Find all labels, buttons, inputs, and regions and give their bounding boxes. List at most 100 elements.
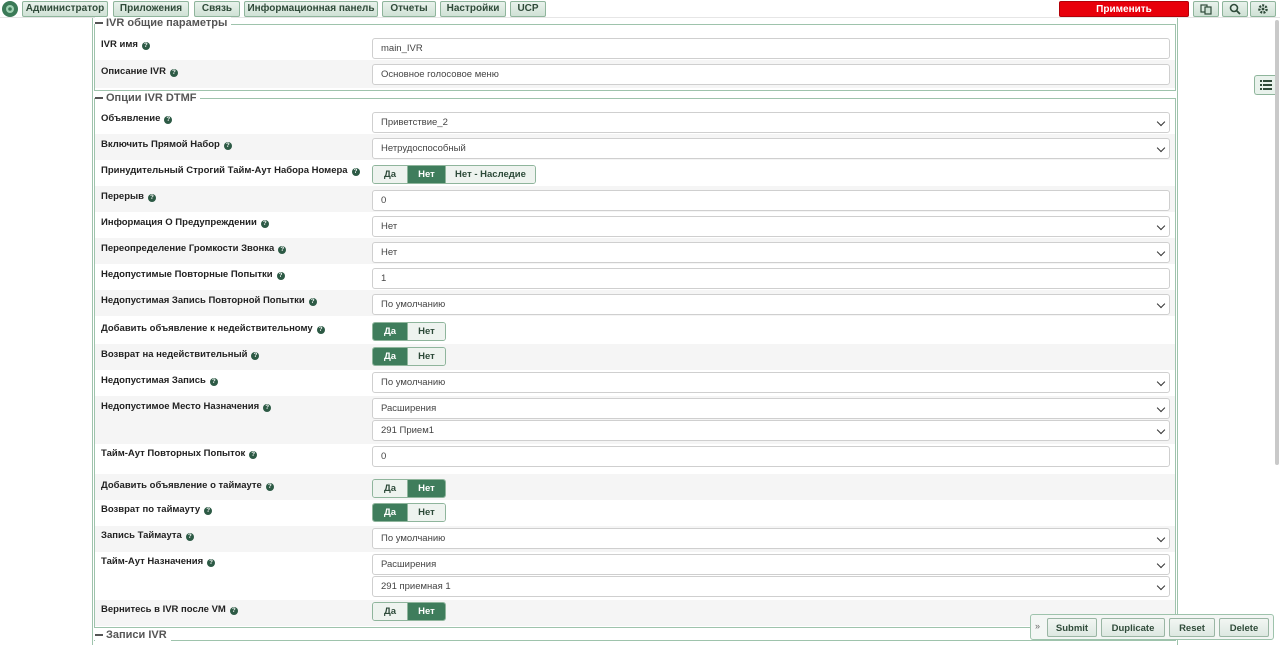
invalid-retries-input[interactable]: 1 xyxy=(372,268,1170,289)
duplicate-button[interactable]: Duplicate xyxy=(1101,618,1165,637)
timeout-dest-type-value: Расширения xyxy=(381,559,437,570)
language-icon[interactable] xyxy=(1193,1,1219,17)
nav-reports[interactable]: Отчеты xyxy=(382,1,436,17)
timeout-retries-input[interactable]: 0 xyxy=(372,446,1170,467)
direct-dial-select[interactable]: Нетрудоспособный xyxy=(372,138,1170,159)
help-icon[interactable]: ? xyxy=(229,607,238,615)
strict-timeout-no[interactable]: Нет xyxy=(407,166,445,183)
nav-applications[interactable]: Приложения xyxy=(113,1,189,17)
help-icon[interactable]: ? xyxy=(278,246,287,254)
help-icon[interactable]: ? xyxy=(265,483,274,491)
append-invalid-no[interactable]: Нет xyxy=(407,323,445,340)
help-icon[interactable]: ? xyxy=(316,326,325,334)
chevron-down-icon xyxy=(1156,299,1166,309)
row-return-vm: Вернитесь в IVR после VM? xyxy=(95,600,1175,626)
help-icon[interactable]: ? xyxy=(209,378,218,386)
nav-admin[interactable]: Администратор xyxy=(22,1,108,17)
append-timeout-yes[interactable]: Да xyxy=(373,480,407,497)
invalid-dest-target-select[interactable]: 291 Прием1 xyxy=(372,420,1170,441)
timeout-label: Перерыв xyxy=(101,191,144,202)
direct-dial-value: Нетрудоспособный xyxy=(381,143,466,154)
ivr-name-input[interactable]: main_IVR xyxy=(372,38,1170,59)
help-icon[interactable]: ? xyxy=(185,533,194,541)
invalid-retry-rec-label: Недопустимая Запись Повторной Попытки xyxy=(101,295,305,306)
reset-button[interactable]: Reset xyxy=(1169,618,1215,637)
return-timeout-yes[interactable]: Да xyxy=(373,504,407,521)
append-timeout-no[interactable]: Нет xyxy=(407,480,445,497)
append-invalid-yes[interactable]: Да xyxy=(373,323,407,340)
nav-ucp[interactable]: UCP xyxy=(510,1,546,17)
section-general-title[interactable]: IVR общие параметры xyxy=(95,17,232,29)
alert-info-select[interactable]: Нет xyxy=(372,216,1170,237)
help-icon[interactable]: ? xyxy=(147,194,156,202)
nav-dashboard[interactable]: Информационная панель xyxy=(244,1,378,17)
ivr-desc-input[interactable]: Основное голосовое меню xyxy=(372,64,1170,85)
list-toggle-icon[interactable] xyxy=(1254,75,1276,95)
help-icon[interactable]: ? xyxy=(164,116,173,124)
invalid-dest-type-select[interactable]: Расширения xyxy=(372,398,1170,419)
announcement-value: Приветствие_2 xyxy=(381,117,448,128)
submit-button[interactable]: Submit xyxy=(1047,618,1097,637)
strict-timeout-label: Принудительный Строгий Тайм-Аут Набора Н… xyxy=(101,165,348,176)
collapse-arrow-icon[interactable]: » xyxy=(1035,621,1040,631)
timeout-dest-target-select[interactable]: 291 приемная 1 xyxy=(372,576,1170,597)
invalid-dest-type-value: Расширения xyxy=(381,403,437,414)
top-nav: Администратор Приложения Связь Информаци… xyxy=(0,0,1280,29)
timeout-dest-type-select[interactable]: Расширения xyxy=(372,554,1170,575)
delete-button[interactable]: Delete xyxy=(1219,618,1269,637)
return-timeout-radios: Да Нет xyxy=(372,503,446,522)
search-icon[interactable] xyxy=(1222,1,1248,17)
timeout-rec-select[interactable]: По умолчанию xyxy=(372,528,1170,549)
row-append-timeout: Добавить объявление о таймауте? xyxy=(95,474,1175,500)
return-vm-yes[interactable]: Да xyxy=(373,603,407,620)
chevron-down-icon xyxy=(1156,143,1166,153)
help-icon[interactable]: ? xyxy=(260,220,269,228)
row-append-invalid: Добавить объявление к недействительному? xyxy=(95,318,1175,344)
ring-volume-label: Переопределение Громкости Звонка xyxy=(101,243,275,254)
strict-timeout-radios: Да Нет Нет - Наследие xyxy=(372,165,536,184)
apply-config-button[interactable]: Применить Конфигурацию xyxy=(1059,1,1189,29)
return-vm-no[interactable]: Нет xyxy=(407,603,445,620)
help-icon[interactable]: ? xyxy=(141,42,150,50)
return-timeout-no[interactable]: Нет xyxy=(407,504,445,521)
action-bar: » Submit Duplicate Reset Delete xyxy=(1030,614,1274,640)
timeout-dest-label: Тайм-Аут Назначения xyxy=(101,556,204,567)
return-invalid-no[interactable]: Нет xyxy=(407,348,445,365)
ring-volume-select[interactable]: Нет xyxy=(372,242,1170,263)
strict-timeout-yes[interactable]: Да xyxy=(373,166,407,183)
gear-icon[interactable] xyxy=(1250,1,1276,17)
help-icon[interactable]: ? xyxy=(251,352,260,360)
help-icon[interactable]: ? xyxy=(223,142,232,150)
return-invalid-yes[interactable]: Да xyxy=(373,348,407,365)
nav-settings[interactable]: Настройки xyxy=(440,1,506,17)
section-dtmf-title[interactable]: Опции IVR DTMF xyxy=(95,92,201,104)
timeout-dest-target-value: 291 приемная 1 xyxy=(381,581,451,592)
chevron-down-icon xyxy=(1156,533,1166,543)
help-icon[interactable]: ? xyxy=(170,69,178,77)
help-icon[interactable]: ? xyxy=(263,404,272,412)
freepbx-logo-icon[interactable] xyxy=(2,1,18,17)
ivr-desc-label: Описание IVR xyxy=(101,66,166,77)
strict-timeout-legacy[interactable]: Нет - Наследие xyxy=(445,166,535,183)
return-vm-label: Вернитесь в IVR после VM xyxy=(101,604,226,615)
records-fieldset xyxy=(94,640,1176,645)
scrollbar[interactable] xyxy=(1275,20,1279,465)
chevron-down-icon xyxy=(1156,377,1166,387)
help-icon[interactable]: ? xyxy=(207,559,216,567)
direct-dial-label: Включить Прямой Набор xyxy=(101,139,220,150)
row-return-timeout: Возврат по таймауту? xyxy=(95,500,1175,526)
help-icon[interactable]: ? xyxy=(276,272,285,280)
help-icon[interactable]: ? xyxy=(351,168,360,176)
announcement-select[interactable]: Приветствие_2 xyxy=(372,112,1170,133)
timeout-input[interactable]: 0 xyxy=(372,190,1170,211)
invalid-retry-rec-select[interactable]: По умолчанию xyxy=(372,294,1170,315)
nav-connectivity[interactable]: Связь xyxy=(194,1,240,17)
section-records-title[interactable]: Записи IVR xyxy=(95,629,171,641)
help-icon[interactable]: ? xyxy=(204,507,213,515)
help-icon[interactable]: ? xyxy=(249,451,258,459)
ring-volume-value: Нет xyxy=(381,247,398,258)
timeout-retries-label: Тайм-Аут Повторных Попыток xyxy=(101,448,246,459)
chevron-down-icon xyxy=(1156,221,1166,231)
invalid-rec-select[interactable]: По умолчанию xyxy=(372,372,1170,393)
help-icon[interactable]: ? xyxy=(308,298,317,306)
